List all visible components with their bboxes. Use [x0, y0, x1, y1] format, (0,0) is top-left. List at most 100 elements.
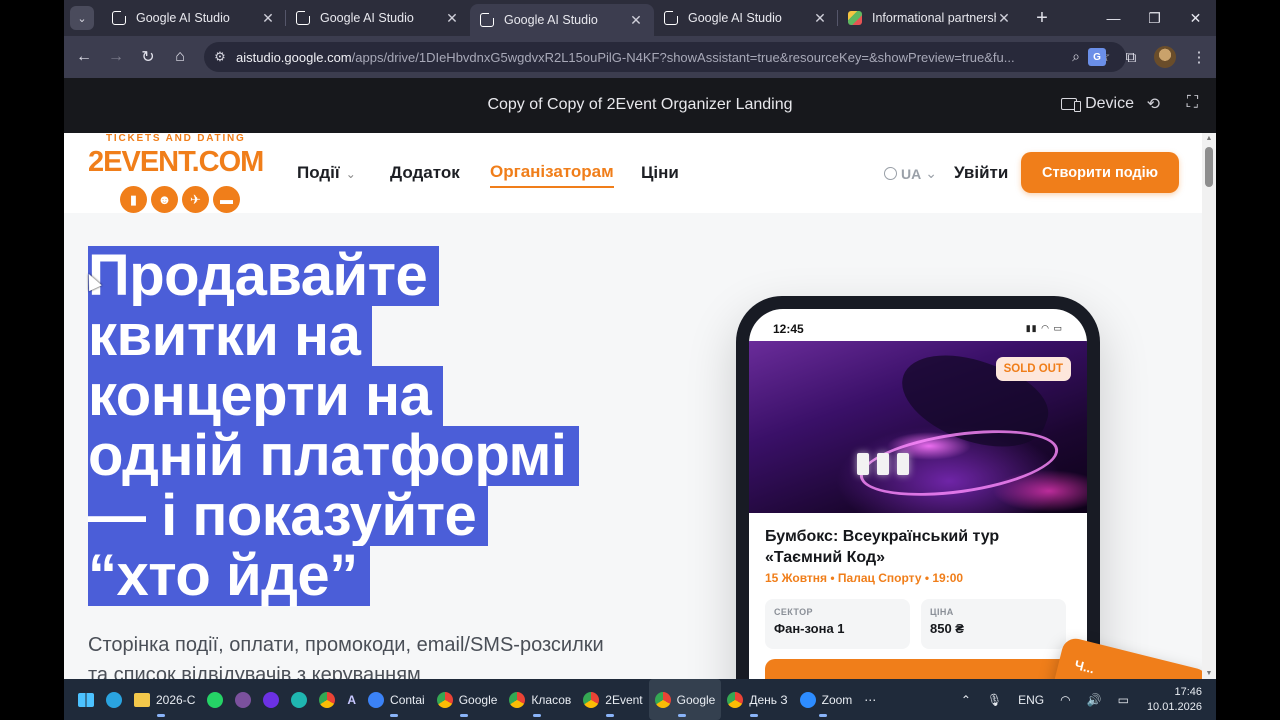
more-apps-icon[interactable]: ⋯ — [858, 679, 882, 720]
nav-organizers[interactable]: Організаторам — [490, 162, 614, 188]
close-tab-icon[interactable]: ✕ — [996, 10, 1012, 27]
address-bar[interactable]: ⚙ aistudio.google.com/apps/drive/1DIeHbv… — [204, 42, 1126, 72]
wifi-icon[interactable]: ◠ — [1052, 693, 1078, 707]
chevron-down-icon: ⌄ — [345, 167, 356, 181]
fullscreen-icon[interactable]: ⛶ — [1187, 94, 1198, 112]
taskbar-window-google[interactable]: Google — [431, 679, 504, 720]
tab-title: Google AI Studio — [688, 11, 782, 25]
login-link[interactable]: Увійти — [954, 163, 1008, 183]
hero-heading-line: квитки на — [88, 306, 373, 366]
translate-badge: G — [1088, 48, 1106, 66]
hero-heading-line: “хто йде” — [88, 546, 370, 606]
clock[interactable]: 17:46 10.01.2026 — [1137, 685, 1216, 715]
telegram-icon — [106, 691, 122, 708]
ai-app[interactable]: A — [341, 679, 362, 720]
profile-avatar[interactable] — [1148, 41, 1182, 73]
microphone-icon[interactable]: 🎙 — [979, 693, 1010, 707]
chrome-icon — [436, 691, 453, 708]
nav-prices[interactable]: Ціни — [641, 163, 679, 183]
scroll-down-icon[interactable]: ▼ — [1205, 670, 1213, 677]
chrome-icon — [727, 691, 744, 708]
telegram-app[interactable] — [100, 679, 128, 720]
system-tray: ⌃ 🎙 ENG ◠ 🔊 ▭ 17:46 10.01.2026 — [953, 679, 1216, 720]
site-info-icon[interactable]: ⚙ — [204, 49, 236, 65]
price-value: 850 ₴ — [930, 621, 964, 636]
zoom-icon — [799, 691, 816, 708]
price-box: ЦІНА 850 ₴ — [921, 599, 1066, 649]
start-button[interactable] — [64, 679, 100, 720]
ai-studio-favicon-icon — [296, 11, 310, 25]
tab-1[interactable]: Google AI Studio ✕ — [102, 0, 286, 36]
page-scrollbar[interactable]: ▲ ▼ — [1202, 133, 1216, 679]
scrollbar-thumb[interactable] — [1205, 147, 1213, 187]
bed-icon: ▬ — [213, 186, 240, 213]
url-path: /apps/drive/1DIeHbvdnxG5wgdvxR2L15ouPilG… — [351, 49, 1015, 65]
explorer-window[interactable]: 2026-С — [128, 679, 201, 720]
language-select[interactable]: UA ⌄ — [884, 165, 937, 182]
chrome-icon — [654, 691, 671, 708]
close-tab-icon[interactable]: ✕ — [812, 10, 828, 27]
close-tab-icon[interactable]: ✕ — [444, 10, 460, 27]
fader-knob — [897, 453, 909, 475]
refresh-preview-icon[interactable]: ⟲ — [1147, 94, 1160, 114]
volume-icon[interactable]: 🔊 — [1079, 693, 1110, 707]
hero-heading-line: концерти на — [88, 366, 444, 426]
taskbar-window-zoom[interactable]: Zoom — [794, 679, 859, 720]
sector-value: Фан-зона 1 — [774, 621, 845, 636]
taskbar-window-google-active[interactable]: Google — [648, 679, 722, 720]
taskbar-window-contai[interactable]: Contai — [362, 679, 431, 720]
taskbar-label: Google — [458, 692, 498, 707]
tab-title: Informational partnership — [872, 11, 996, 25]
clock-time: 17:46 — [1174, 685, 1202, 698]
tab-5[interactable]: Informational partnership ✕ — [838, 0, 1022, 36]
price-label: ЦІНА — [930, 607, 954, 617]
tab-3-active[interactable]: Google AI Studio ✕ — [470, 4, 654, 36]
logo-tagline: TICKETS AND DATING — [106, 133, 246, 144]
translate-extension-icon[interactable]: G — [1080, 41, 1114, 73]
whatsapp-app[interactable] — [201, 679, 229, 720]
phone-mockup: 12:45 ▮▮ ◠ ▭ SOLD OUT Бумбокс: Всеукраїн… — [736, 296, 1100, 679]
tab-2[interactable]: Google AI Studio ✕ — [286, 0, 470, 36]
app-a-icon: A — [347, 692, 357, 707]
home-icon[interactable]: ⌂ — [164, 41, 196, 73]
buy-button[interactable] — [765, 659, 1071, 679]
logo[interactable]: 2EVENT.COM — [88, 146, 264, 179]
url-host: aistudio.google.com — [236, 49, 352, 65]
new-tab-button[interactable]: + — [1030, 7, 1054, 30]
hero-heading-line: Продавайте — [88, 246, 440, 306]
chrome-app[interactable] — [313, 679, 341, 720]
close-window-icon[interactable]: ✕ — [1175, 0, 1216, 36]
input-language[interactable]: ENG — [1010, 693, 1052, 707]
taskbar-window-klasov[interactable]: Класов — [503, 679, 577, 720]
hero-heading-line: одній платформі — [88, 426, 579, 486]
back-icon[interactable]: ← — [68, 41, 100, 73]
tab-4[interactable]: Google AI Studio ✕ — [654, 0, 838, 36]
tab-search-icon[interactable]: ⌄ — [70, 6, 94, 30]
battery-icon[interactable]: ▭ — [1110, 693, 1137, 707]
scroll-up-icon[interactable]: ▲ — [1205, 135, 1213, 142]
reload-icon[interactable]: ↻ — [132, 41, 164, 73]
minimize-icon[interactable]: — — [1093, 0, 1134, 36]
nav-events[interactable]: Події ⌄ — [297, 163, 356, 183]
menu-kebab-icon[interactable]: ⋮ — [1182, 41, 1216, 73]
close-tab-icon[interactable]: ✕ — [260, 10, 276, 27]
extensions-puzzle-icon[interactable]: ⧉ — [1114, 41, 1148, 73]
tray-overflow-icon[interactable]: ⌃ — [953, 693, 979, 707]
obsidian-app[interactable] — [257, 679, 285, 720]
event-image: SOLD OUT — [749, 337, 1087, 513]
restore-icon[interactable]: ❐ — [1134, 0, 1175, 36]
device-button[interactable]: Device — [1061, 95, 1134, 113]
viber-app[interactable] — [229, 679, 257, 720]
taskbar-label: Zoom — [821, 692, 853, 707]
taskbar-window-2event[interactable]: 2Event — [577, 679, 648, 720]
people-icon: ☻ — [151, 186, 178, 213]
create-event-button[interactable]: Створити подію — [1021, 152, 1179, 193]
ai-studio-favicon-icon — [664, 11, 678, 25]
nav-app[interactable]: Додаток — [390, 163, 460, 183]
forward-icon[interactable]: → — [100, 41, 132, 73]
edge-app[interactable] — [285, 679, 313, 720]
tab-title: Google AI Studio — [136, 11, 230, 25]
taskbar-window-den[interactable]: День З — [721, 679, 793, 720]
preview-title: Copy of Copy of 2Event Organizer Landing — [487, 96, 793, 113]
close-tab-icon[interactable]: ✕ — [628, 12, 644, 29]
